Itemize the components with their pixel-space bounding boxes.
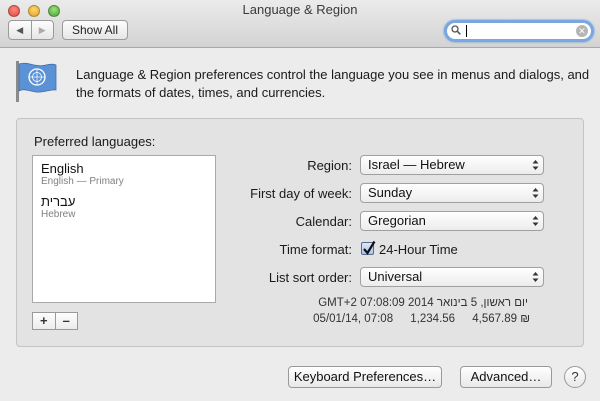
popup-arrows-icon — [532, 188, 539, 198]
show-all-button[interactable]: Show All — [62, 20, 128, 40]
calendar-row: Calendar: Gregorian — [230, 211, 550, 231]
first-day-value: Sunday — [368, 185, 413, 200]
sample-formats: 05/01/14, 07:08 1,234.56 4,567.89 ₪ — [280, 313, 530, 325]
back-button[interactable]: ◀ — [9, 21, 32, 39]
sort-order-value: Universal — [368, 269, 423, 284]
calendar-value: Gregorian — [368, 213, 426, 228]
region-label: Region: — [307, 158, 352, 173]
region-popup[interactable]: Israel — Hebrew — [360, 155, 544, 175]
window-title: Language & Region — [242, 2, 358, 17]
search-input[interactable] — [465, 23, 573, 39]
back-forward-control: ◀ ▶ — [8, 20, 54, 40]
region-row: Region: Israel — Hebrew — [230, 155, 550, 175]
pane-description: Language & Region preferences control th… — [76, 67, 590, 100]
preferred-languages-list[interactable]: English English — Primary עברית Hebrew — [32, 155, 216, 303]
clear-search-icon[interactable]: ✕ — [576, 25, 588, 37]
24-hour-time-label[interactable]: 24-Hour Time — [379, 242, 458, 257]
first-day-popup[interactable]: Sunday — [360, 183, 544, 203]
language-subtitle: English — Primary — [41, 176, 124, 187]
calendar-popup[interactable]: Gregorian — [360, 211, 544, 231]
list-item[interactable]: English English — Primary — [41, 161, 124, 188]
keyboard-preferences-button[interactable]: Keyboard Preferences… — [288, 366, 442, 388]
search-field[interactable]: ✕ — [444, 20, 594, 42]
first-day-row: First day of week: Sunday — [230, 183, 550, 203]
add-language-button[interactable]: + — [33, 313, 56, 329]
first-day-label: First day of week: — [250, 186, 352, 201]
sort-order-label: List sort order: — [268, 270, 352, 285]
language-name: עברית — [41, 194, 76, 209]
window-titlebar: Language & Region ◀ ▶ Show All ✕ — [0, 0, 600, 48]
advanced-button[interactable]: Advanced… — [460, 366, 552, 388]
calendar-label: Calendar: — [295, 214, 352, 229]
sort-order-popup[interactable]: Universal — [360, 267, 544, 287]
checkmark-icon — [363, 240, 376, 255]
time-format-label: Time format: — [279, 242, 352, 257]
add-remove-control: + – — [32, 312, 78, 330]
help-button[interactable]: ? — [564, 366, 586, 388]
popup-arrows-icon — [532, 160, 539, 170]
sample-long-date: יום ראשון, 5 בינואר 2014 07:08:09 GMT+2 — [318, 297, 528, 309]
time-format-row: Time format: 24-Hour Time — [230, 239, 550, 259]
region-value: Israel — Hebrew — [368, 157, 465, 172]
sample-number: 1,234.56 — [410, 313, 456, 325]
sample-currency: 4,567.89 ₪ — [472, 313, 530, 325]
language-subtitle: Hebrew — [41, 209, 76, 220]
language-name: English — [41, 161, 84, 176]
remove-language-button[interactable]: – — [56, 313, 78, 329]
sample-short-date: 05/01/14, 07:08 — [313, 313, 394, 325]
popup-arrows-icon — [532, 272, 539, 282]
popup-arrows-icon — [532, 216, 539, 226]
text-cursor — [466, 25, 467, 37]
search-icon — [451, 25, 461, 35]
24-hour-time-checkbox[interactable] — [361, 240, 376, 255]
sort-order-row: List sort order: Universal — [230, 267, 550, 287]
list-item[interactable]: עברית Hebrew — [41, 194, 75, 221]
un-flag-icon — [16, 61, 57, 102]
preferred-languages-label: Preferred languages: — [34, 134, 156, 149]
forward-button[interactable]: ▶ — [32, 21, 54, 39]
